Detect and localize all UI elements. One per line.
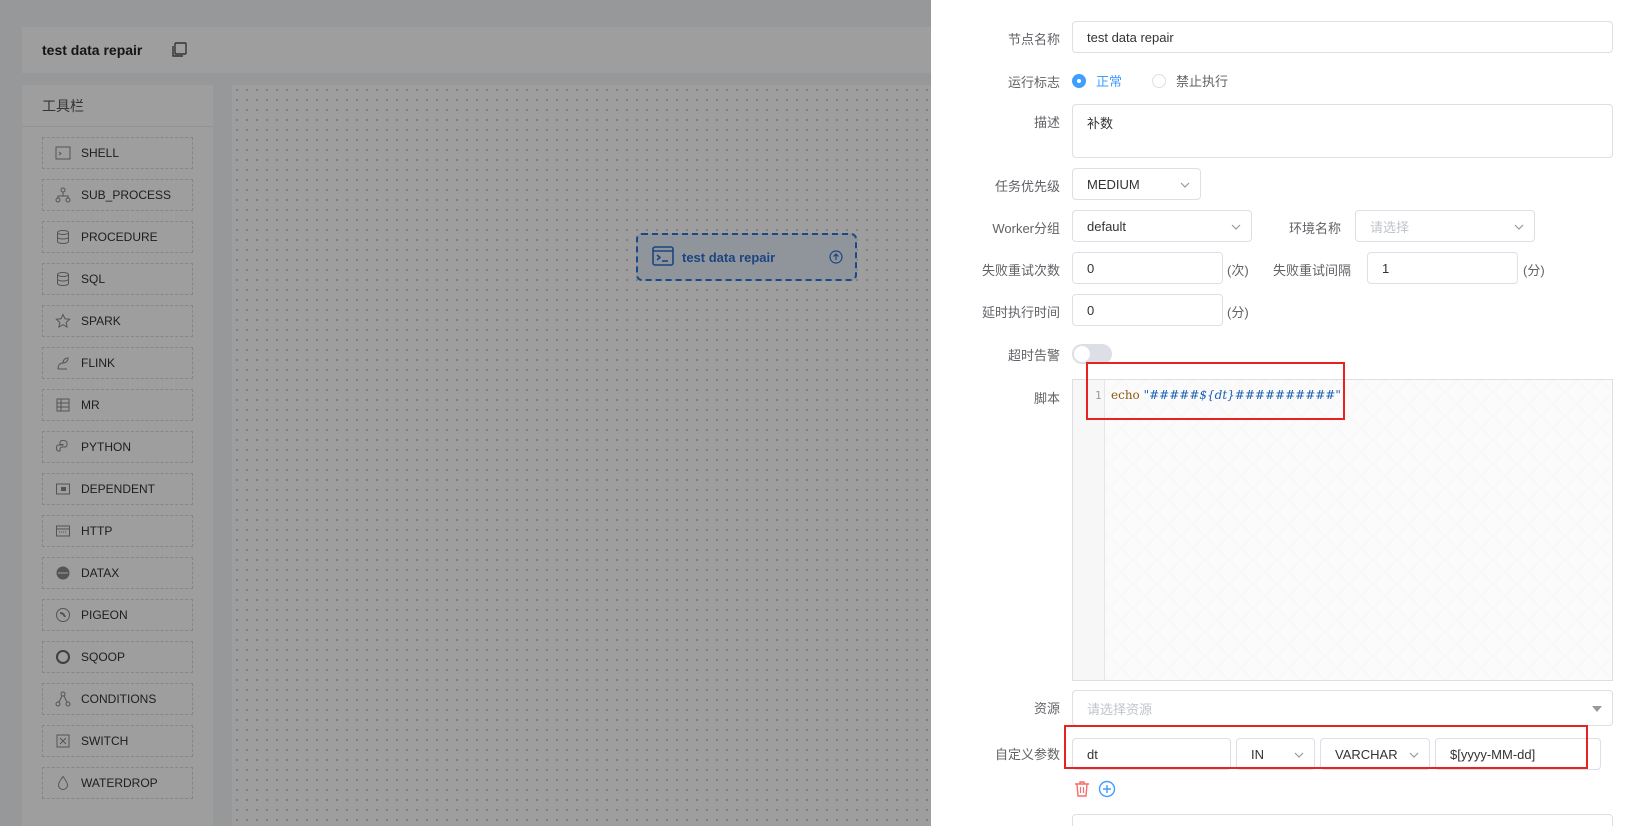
node-name-input[interactable]: test data repair bbox=[1072, 21, 1613, 53]
add-param-icon[interactable] bbox=[1098, 780, 1116, 798]
description-label: 描述 bbox=[1033, 115, 1060, 130]
retry-interval-unit: (分) bbox=[1523, 263, 1545, 278]
script-editor[interactable]: 1 echo "#####${dt}##########" bbox=[1072, 379, 1613, 681]
next-field-input[interactable] bbox=[1072, 814, 1613, 826]
run-flag-normal-radio[interactable]: 正常 bbox=[1072, 71, 1122, 90]
delay-time-unit: (分) bbox=[1227, 305, 1249, 320]
timeout-alert-switch[interactable] bbox=[1072, 344, 1112, 364]
timeout-alert-label: 超时告警 bbox=[1007, 348, 1060, 363]
priority-label: 任务优先级 bbox=[994, 179, 1060, 194]
retry-interval-input[interactable]: 1 bbox=[1367, 252, 1518, 284]
line-gutter: 1 bbox=[1073, 380, 1105, 680]
chevron-down-icon bbox=[1514, 222, 1524, 232]
retry-interval-label: 失败重试间隔 bbox=[1273, 263, 1352, 278]
environment-label: 环境名称 bbox=[1289, 221, 1342, 236]
highlight-params-box bbox=[1064, 725, 1588, 769]
worker-group-select[interactable]: default bbox=[1072, 210, 1252, 242]
chevron-down-icon bbox=[1180, 180, 1190, 190]
run-flag-forbidden-radio[interactable]: 禁止执行 bbox=[1152, 71, 1228, 90]
radio-label: 正常 bbox=[1096, 74, 1123, 89]
radio-label: 禁止执行 bbox=[1176, 74, 1229, 89]
run-flag-label: 运行标志 bbox=[1007, 75, 1060, 90]
retry-times-input[interactable]: 0 bbox=[1072, 252, 1223, 284]
priority-value: MEDIUM bbox=[1087, 176, 1140, 192]
radio-unchecked-icon bbox=[1152, 73, 1166, 88]
resources-label: 资源 bbox=[1033, 701, 1060, 716]
delay-time-input[interactable]: 0 bbox=[1072, 294, 1223, 326]
description-textarea[interactable]: 补数 bbox=[1072, 104, 1613, 158]
caret-down-icon bbox=[1592, 706, 1602, 712]
priority-select[interactable]: MEDIUM bbox=[1072, 168, 1201, 200]
resources-placeholder: 请选择资源 bbox=[1087, 701, 1153, 717]
delete-param-icon[interactable] bbox=[1074, 780, 1092, 798]
resources-select[interactable]: 请选择资源 bbox=[1072, 690, 1613, 726]
node-name-label: 节点名称 bbox=[1007, 32, 1060, 47]
highlight-script-box bbox=[1086, 362, 1345, 420]
delay-time-label: 延时执行时间 bbox=[981, 305, 1060, 320]
worker-group-value: default bbox=[1087, 218, 1127, 234]
modal-overlay[interactable] bbox=[0, 0, 931, 826]
script-label: 脚本 bbox=[1033, 391, 1060, 406]
retry-times-unit: (次) bbox=[1227, 263, 1249, 278]
chevron-down-icon bbox=[1231, 222, 1241, 232]
workflow-editor: test data repair 工具栏 SHELL SUB_PROCESS PRO… bbox=[0, 0, 931, 826]
retry-times-label: 失败重试次数 bbox=[981, 263, 1060, 278]
environment-select[interactable]: 请选择 bbox=[1355, 210, 1535, 242]
worker-group-label: Worker分组 bbox=[992, 221, 1060, 236]
environment-placeholder: 请选择 bbox=[1370, 219, 1410, 235]
custom-params-label: 自定义参数 bbox=[994, 747, 1060, 762]
radio-checked-icon bbox=[1072, 73, 1086, 88]
